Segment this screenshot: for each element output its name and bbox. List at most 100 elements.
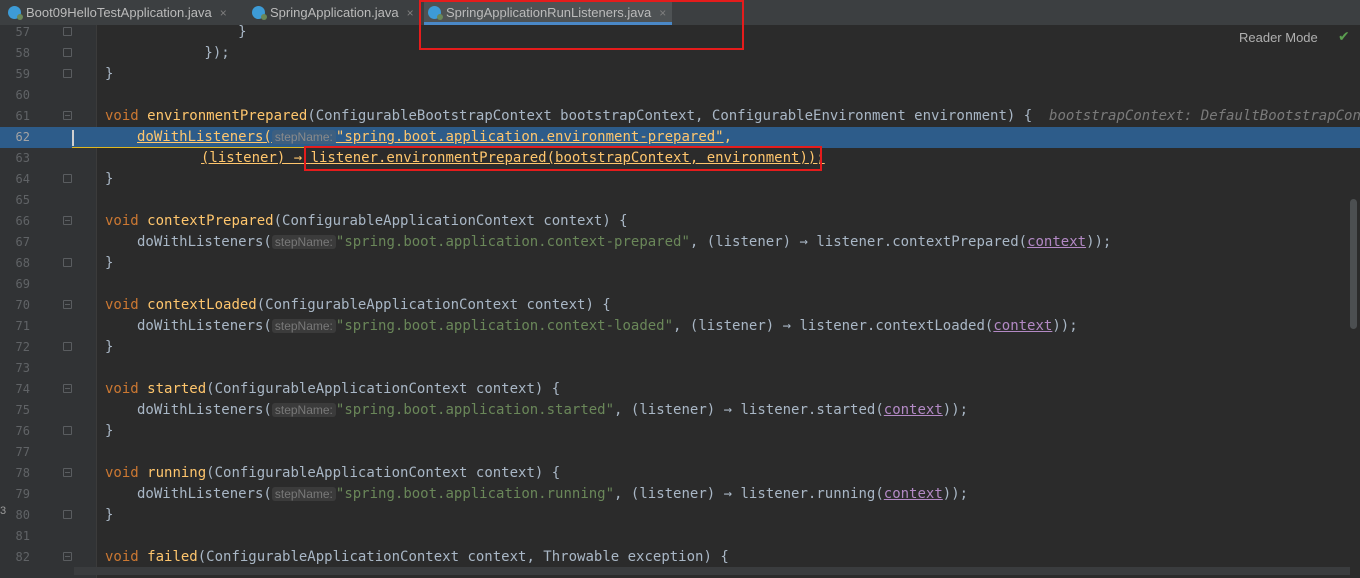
close-icon[interactable]: ×	[220, 6, 227, 20]
tab-label: Boot09HelloTestApplication.java	[26, 5, 212, 20]
line-number: 62	[15, 130, 30, 144]
reader-mode-button[interactable]: Reader Mode	[1239, 30, 1318, 45]
parameter-hint: stepName:	[271, 403, 336, 417]
java-class-icon	[8, 6, 23, 20]
fold-marker-icon[interactable]	[63, 258, 72, 267]
code-line: 82 void failed(ConfigurableApplicationCo…	[0, 547, 1360, 568]
fold-marker-icon[interactable]	[63, 69, 72, 78]
code-line: 70 void contextLoaded(ConfigurableApplic…	[0, 295, 1360, 316]
tab-boot09hellotestapplication[interactable]: Boot09HelloTestApplication.java ×	[8, 0, 227, 25]
code-line: 75 doWithListeners(stepName: "spring.boot…	[0, 400, 1360, 421]
fold-marker-icon[interactable]	[63, 48, 72, 57]
code-line: 66 void contextPrepared(ConfigurableAppl…	[0, 211, 1360, 232]
code-text: void started(ConfigurableApplicationCont…	[105, 381, 561, 397]
line-number: 67	[15, 235, 30, 249]
fold-marker-icon[interactable]	[63, 426, 72, 435]
code-text: }	[105, 171, 114, 187]
edge-marker: 3	[0, 505, 7, 517]
line-number: 65	[15, 193, 30, 207]
code-line: 74 void started(ConfigurableApplicationC…	[0, 379, 1360, 400]
fold-marker-icon[interactable]	[63, 300, 72, 309]
text-caret	[72, 130, 74, 146]
code-text: doWithListeners(stepName: "spring.boot.ap…	[137, 402, 969, 418]
line-number: 64	[15, 172, 30, 186]
line-number: 69	[15, 277, 30, 291]
debug-inline-value: bootstrapContext: DefaultBootstrapContex…	[1049, 108, 1360, 124]
parameter-hint: stepName:	[271, 487, 336, 501]
tab-label: SpringApplication.java	[270, 5, 399, 20]
code-text: void contextLoaded(ConfigurableApplicati…	[105, 297, 611, 313]
line-number: 68	[15, 256, 30, 270]
fold-marker-icon[interactable]	[63, 174, 72, 183]
code-line: 80 }	[0, 505, 1360, 526]
close-icon[interactable]: ×	[407, 6, 414, 20]
code-line: 77	[0, 442, 1360, 463]
code-text: }	[105, 507, 114, 523]
code-editor[interactable]: 57 } 58 }); 59 } 60 61 void environmentP…	[0, 25, 1360, 578]
line-number: 76	[15, 424, 30, 438]
line-number: 66	[15, 214, 30, 228]
code-line: 59 }	[0, 64, 1360, 85]
line-number: 81	[15, 529, 30, 543]
fold-marker-icon[interactable]	[63, 27, 72, 36]
fold-marker-icon[interactable]	[63, 384, 72, 393]
fold-marker-icon[interactable]	[63, 216, 72, 225]
fold-marker-icon[interactable]	[63, 342, 72, 351]
line-number: 73	[15, 361, 30, 375]
line-number: 60	[15, 88, 30, 102]
code-line: 61 void environmentPrepared(Configurable…	[0, 106, 1360, 127]
code-text: }	[137, 25, 247, 40]
fold-marker-icon[interactable]	[63, 468, 72, 477]
parameter-hint: stepName:	[271, 235, 336, 249]
code-line: 68 }	[0, 253, 1360, 274]
line-number: 59	[15, 67, 30, 81]
line-number: 58	[15, 46, 30, 60]
code-text: void failed(ConfigurableApplicationConte…	[105, 549, 729, 565]
parameter-hint: stepName:	[271, 319, 336, 333]
execution-point-line: 62 doWithListeners(stepName: "spring.boot…	[0, 127, 1360, 148]
code-text: }	[105, 255, 114, 271]
code-line: 76 }	[0, 421, 1360, 442]
execution-connector	[72, 147, 308, 148]
vertical-scrollbar-thumb[interactable]	[1350, 199, 1357, 329]
line-number: 75	[15, 403, 30, 417]
annotation-box-code	[304, 146, 822, 171]
line-number: 63	[15, 151, 30, 165]
code-text: }	[105, 339, 114, 355]
line-number: 61	[15, 109, 30, 123]
code-text: void contextPrepared(ConfigurableApplica…	[105, 213, 628, 229]
code-line: 69	[0, 274, 1360, 295]
parameter-hint: stepName:	[271, 130, 336, 144]
line-number: 78	[15, 466, 30, 480]
code-line: 78 void running(ConfigurableApplicationC…	[0, 463, 1360, 484]
fold-marker-icon[interactable]	[63, 111, 72, 120]
code-line: 81	[0, 526, 1360, 547]
line-number: 79	[15, 487, 30, 501]
line-number: 74	[15, 382, 30, 396]
line-number: 82	[15, 550, 30, 564]
fold-marker-icon[interactable]	[63, 552, 72, 561]
code-text: doWithListeners(stepName: "spring.boot.ap…	[137, 318, 1078, 334]
code-line: 60	[0, 85, 1360, 106]
line-number: 71	[15, 319, 30, 333]
line-number: 72	[15, 340, 30, 354]
code-text: }	[105, 423, 114, 439]
code-line: 79 doWithListeners(stepName: "spring.boot…	[0, 484, 1360, 505]
code-line: 72 }	[0, 337, 1360, 358]
tab-springapplication[interactable]: SpringApplication.java ×	[252, 0, 414, 25]
line-number: 70	[15, 298, 30, 312]
fold-marker-icon[interactable]	[63, 510, 72, 519]
code-line: 65	[0, 190, 1360, 211]
annotation-box-tab	[419, 0, 744, 50]
line-number: 57	[15, 25, 30, 39]
code-text: doWithListeners(stepName: "spring.boot.ap…	[137, 129, 733, 145]
code-line: 64 }	[0, 169, 1360, 190]
code-text: void environmentPrepared(ConfigurableBoo…	[105, 106, 1360, 127]
code-text: void running(ConfigurableApplicationCont…	[105, 465, 561, 481]
horizontal-scrollbar[interactable]	[74, 567, 1350, 575]
code-text: doWithListeners(stepName: "spring.boot.ap…	[137, 486, 969, 502]
code-line: 73	[0, 358, 1360, 379]
code-line: 67 doWithListeners(stepName: "spring.boot…	[0, 232, 1360, 253]
code-text: }	[105, 66, 114, 82]
java-class-icon	[252, 6, 267, 20]
